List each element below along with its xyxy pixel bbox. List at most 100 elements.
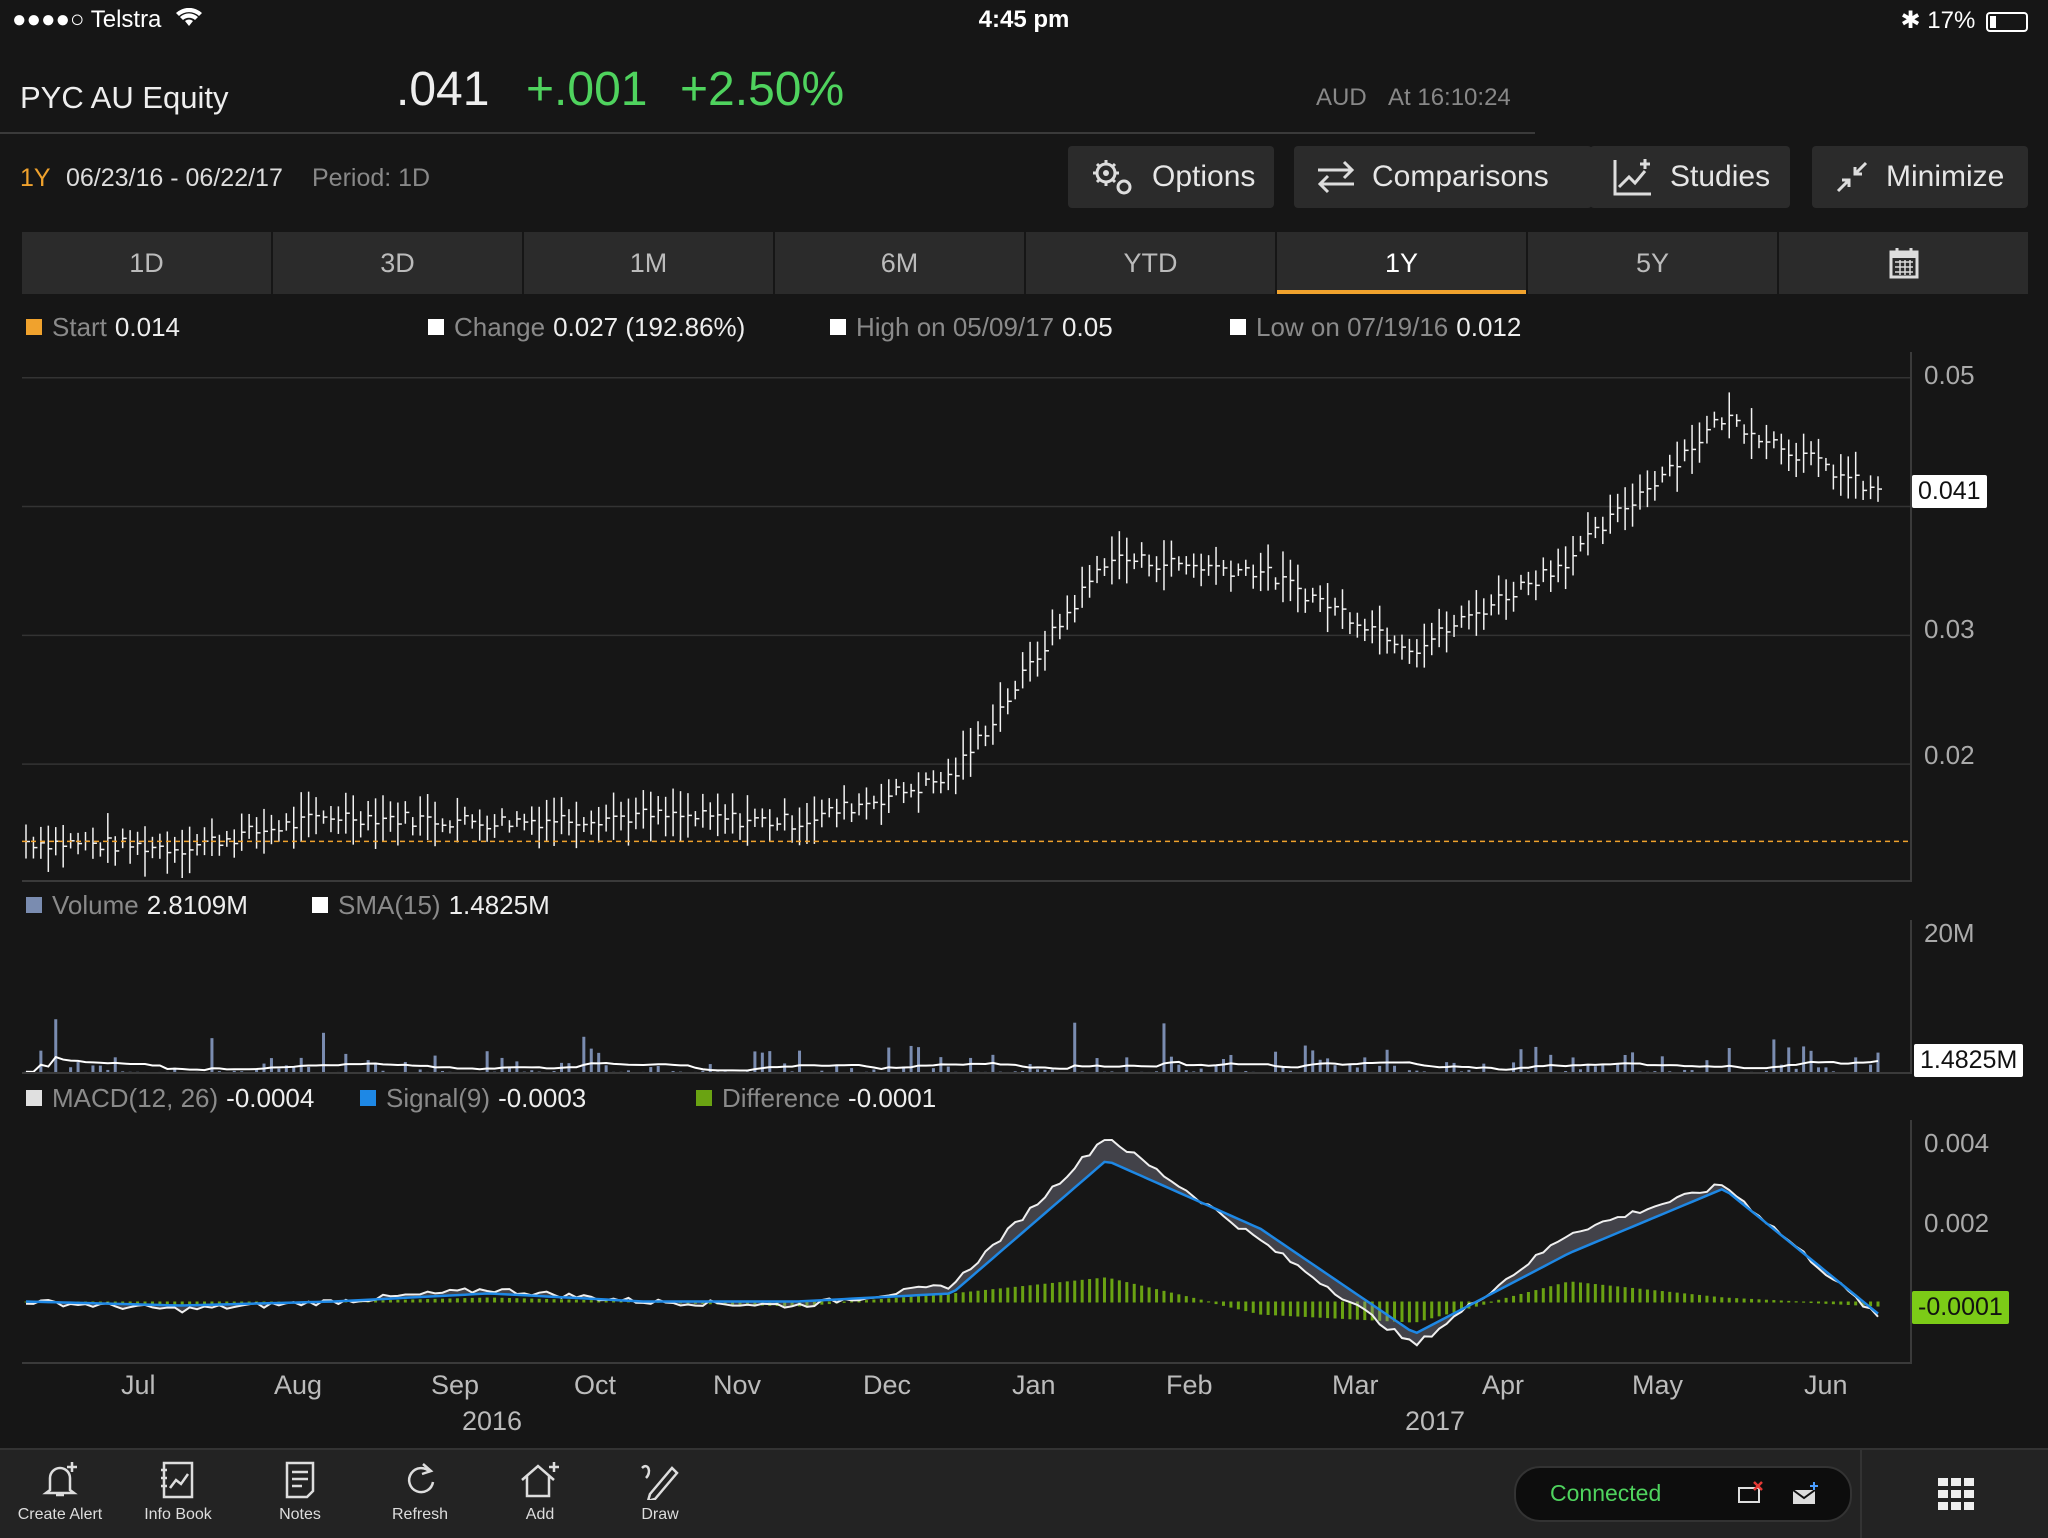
volume-bar bbox=[590, 1049, 593, 1072]
difference-bar bbox=[508, 1298, 511, 1302]
difference-bar bbox=[1757, 1299, 1760, 1302]
notes-icon bbox=[280, 1460, 320, 1500]
difference-bar bbox=[1096, 1278, 1099, 1302]
volume-bar bbox=[307, 1067, 310, 1072]
difference-bar bbox=[1609, 1286, 1612, 1303]
macd-tick-label: 0.002 bbox=[1924, 1208, 1989, 1239]
difference-bar bbox=[1073, 1281, 1076, 1303]
difference-bar bbox=[1311, 1302, 1314, 1318]
tab-calendar[interactable] bbox=[1779, 232, 2028, 294]
period-label: Period: 1D bbox=[312, 164, 430, 193]
difference-bar bbox=[1058, 1282, 1061, 1302]
difference-bar bbox=[1743, 1299, 1746, 1303]
legend-signal: Signal(9)-0.0003 bbox=[360, 1083, 586, 1114]
app-grid-button[interactable] bbox=[1860, 1450, 2048, 1538]
comparisons-button[interactable]: Comparisons bbox=[1294, 146, 1592, 208]
difference-bar bbox=[1490, 1302, 1493, 1303]
volume-bar bbox=[932, 1068, 935, 1072]
month-label: Dec bbox=[863, 1370, 911, 1401]
mail-icon[interactable] bbox=[1790, 1480, 1820, 1508]
tab-1d[interactable]: 1D bbox=[22, 232, 271, 294]
difference-bar bbox=[991, 1289, 994, 1302]
macd-chart[interactable] bbox=[22, 1120, 1910, 1362]
tab-6m[interactable]: 6M bbox=[775, 232, 1024, 294]
bell-plus-icon bbox=[40, 1460, 80, 1500]
add-button[interactable]: Add bbox=[490, 1460, 590, 1524]
difference-bar bbox=[1296, 1302, 1299, 1317]
difference-tag: -0.0001 bbox=[1912, 1291, 2009, 1324]
difference-bar bbox=[1616, 1286, 1619, 1302]
macd-panel[interactable] bbox=[22, 1120, 1912, 1364]
volume-bar bbox=[947, 1067, 950, 1072]
ticker-name[interactable]: PYC AU Equity bbox=[20, 80, 228, 116]
year-label: 2016 bbox=[462, 1406, 522, 1437]
difference-bar bbox=[530, 1299, 533, 1303]
difference-bar bbox=[1215, 1302, 1218, 1305]
last-price-tag: 0.041 bbox=[1912, 475, 1987, 508]
tab-5y[interactable]: 5Y bbox=[1528, 232, 1777, 294]
refresh-button[interactable]: Refresh bbox=[370, 1460, 470, 1524]
macd-signal-band bbox=[26, 1140, 1878, 1345]
difference-bar bbox=[1638, 1289, 1641, 1303]
difference-bar bbox=[1229, 1302, 1232, 1308]
legend-start: Start0.014 bbox=[26, 312, 180, 343]
disconnect-message-icon[interactable] bbox=[1736, 1480, 1766, 1508]
volume-bar bbox=[1802, 1046, 1805, 1072]
volume-bar bbox=[1415, 1071, 1418, 1072]
swap-arrows-icon bbox=[1316, 159, 1356, 195]
volume-bar bbox=[1043, 1070, 1046, 1072]
draw-button[interactable]: Draw bbox=[610, 1460, 710, 1524]
legend-high: High on 05/09/170.05 bbox=[830, 312, 1113, 343]
difference-bar bbox=[1319, 1302, 1322, 1318]
volume-bar bbox=[768, 1051, 771, 1072]
difference-bar bbox=[441, 1299, 444, 1303]
volume-bar bbox=[270, 1058, 273, 1072]
volume-bar bbox=[1304, 1046, 1307, 1072]
difference-bar bbox=[1177, 1294, 1180, 1302]
difference-bar bbox=[1207, 1301, 1210, 1302]
volume-bar bbox=[1170, 1057, 1173, 1072]
difference-bar bbox=[1140, 1286, 1143, 1303]
difference-bar bbox=[932, 1295, 935, 1303]
tab-1y[interactable]: 1Y bbox=[1277, 232, 1526, 294]
grid-icon bbox=[1938, 1478, 1974, 1510]
price-panel[interactable] bbox=[22, 352, 1912, 882]
options-button[interactable]: Options bbox=[1068, 146, 1274, 208]
volume-bar bbox=[1200, 1069, 1203, 1072]
volume-bar bbox=[1527, 1071, 1530, 1072]
minimize-button[interactable]: Minimize bbox=[1812, 146, 2028, 208]
high-swatch bbox=[830, 319, 846, 335]
tab-ytd[interactable]: YTD bbox=[1026, 232, 1275, 294]
info-book-button[interactable]: Info Book bbox=[128, 1460, 228, 1524]
draw-pen-icon bbox=[638, 1460, 682, 1500]
volume-bar bbox=[1348, 1065, 1351, 1072]
volume-panel[interactable] bbox=[22, 920, 1912, 1074]
difference-bar bbox=[389, 1300, 392, 1302]
difference-bar bbox=[1810, 1302, 1813, 1304]
volume-bar bbox=[367, 1060, 370, 1072]
volume-bar bbox=[1824, 1067, 1827, 1072]
studies-button[interactable]: Studies bbox=[1590, 146, 1790, 208]
tab-1m[interactable]: 1M bbox=[524, 232, 773, 294]
difference-bar bbox=[1787, 1301, 1790, 1303]
volume-bar bbox=[917, 1047, 920, 1072]
price-chart[interactable] bbox=[22, 352, 1910, 880]
volume-chart[interactable] bbox=[22, 920, 1910, 1072]
legend-low: Low on 07/19/160.012 bbox=[1230, 312, 1521, 343]
volume-bar bbox=[1319, 1060, 1322, 1072]
volume-bar bbox=[1334, 1065, 1337, 1072]
gears-icon bbox=[1090, 157, 1136, 197]
bluetooth-icon: ✱ bbox=[1901, 7, 1921, 34]
volume-bar bbox=[1601, 1064, 1604, 1072]
difference-bar bbox=[1802, 1302, 1805, 1303]
create-alert-button[interactable]: Create Alert bbox=[10, 1460, 110, 1524]
volume-bar bbox=[1051, 1070, 1054, 1072]
volume-bar bbox=[1765, 1071, 1768, 1072]
tab-3d[interactable]: 3D bbox=[273, 232, 522, 294]
volume-bar bbox=[1817, 1067, 1820, 1072]
difference-bar bbox=[843, 1302, 846, 1303]
notes-button[interactable]: Notes bbox=[250, 1460, 350, 1524]
month-label: Oct bbox=[574, 1370, 616, 1401]
difference-bar bbox=[895, 1298, 898, 1303]
connection-status[interactable]: Connected bbox=[1514, 1466, 1852, 1522]
